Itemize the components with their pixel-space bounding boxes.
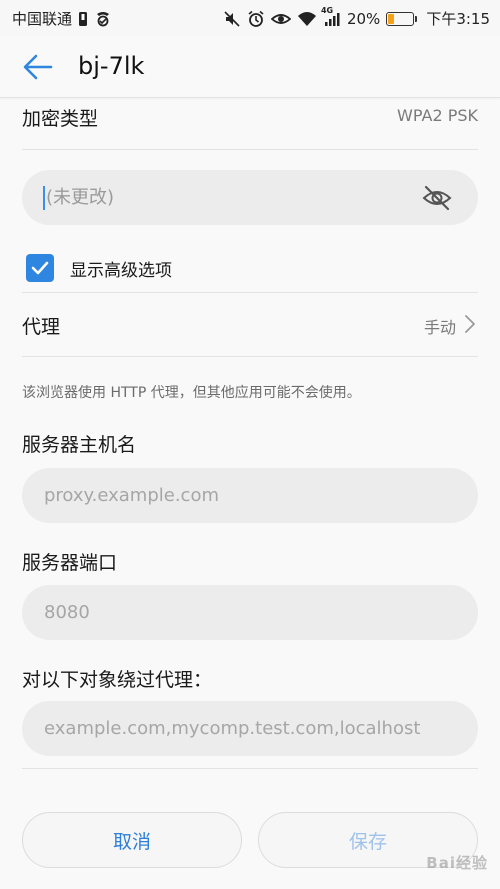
encryption-type-label: 加密类型 [22,108,99,130]
hostname-field[interactable] [22,468,478,523]
alarm-icon [247,10,265,28]
show-advanced-row[interactable]: 显示高级选项 [22,244,478,292]
encryption-type-value: WPA2 PSK [397,106,478,125]
app-bar: bj-7lk [0,36,500,98]
back-button[interactable] [20,50,56,84]
wifi-calling-icon [94,10,112,28]
port-label: 服务器端口 [22,552,118,574]
signal-icon: 4G [321,6,341,28]
watermark-logo: Bai经验 [426,854,488,872]
mute-icon [223,10,241,28]
chevron-right-icon [465,315,475,333]
password-input[interactable] [46,170,416,225]
carrier-name: 中国联通 [12,10,73,28]
hostname-input[interactable] [44,468,464,523]
battery-percent: 20% [346,9,381,28]
bypass-label: 对以下对象绕过代理： [22,669,213,691]
network-type-label: 4G [320,5,334,15]
proxy-row[interactable]: 代理 手动 [22,294,478,356]
page-title: bj-7lk [78,52,145,80]
sim-icon [78,10,88,28]
show-advanced-checkbox[interactable] [26,254,54,282]
show-password-toggle[interactable] [422,184,452,212]
cancel-button[interactable]: 取消 [22,812,242,868]
wifi-icon [297,10,317,28]
proxy-label: 代理 [22,316,61,338]
arrow-left-icon [23,54,53,80]
bypass-field[interactable] [22,701,478,756]
text-cursor [43,186,45,210]
battery-level-fill [388,13,394,24]
port-input[interactable] [44,585,464,640]
checkmark-icon [31,261,49,275]
divider [22,292,478,293]
status-bar: 中国联通 4G 20% 下午3:15 [0,0,500,36]
bypass-input[interactable] [44,701,464,756]
port-field[interactable] [22,585,478,640]
proxy-value: 手动 [423,318,456,337]
eye-comfort-icon [270,10,291,28]
proxy-hint-text: 该浏览器使用 HTTP 代理，但其他应用可能不会使用。 [22,385,361,401]
divider [22,768,478,769]
divider [22,356,478,357]
password-field[interactable] [22,170,478,225]
clock: 下午3:15 [426,10,490,28]
encryption-type-row: 加密类型 WPA2 PSK [22,98,478,150]
hostname-label: 服务器主机名 [22,434,137,456]
eye-off-icon [422,185,452,211]
show-advanced-label: 显示高级选项 [70,260,172,281]
battery-icon [386,11,418,26]
